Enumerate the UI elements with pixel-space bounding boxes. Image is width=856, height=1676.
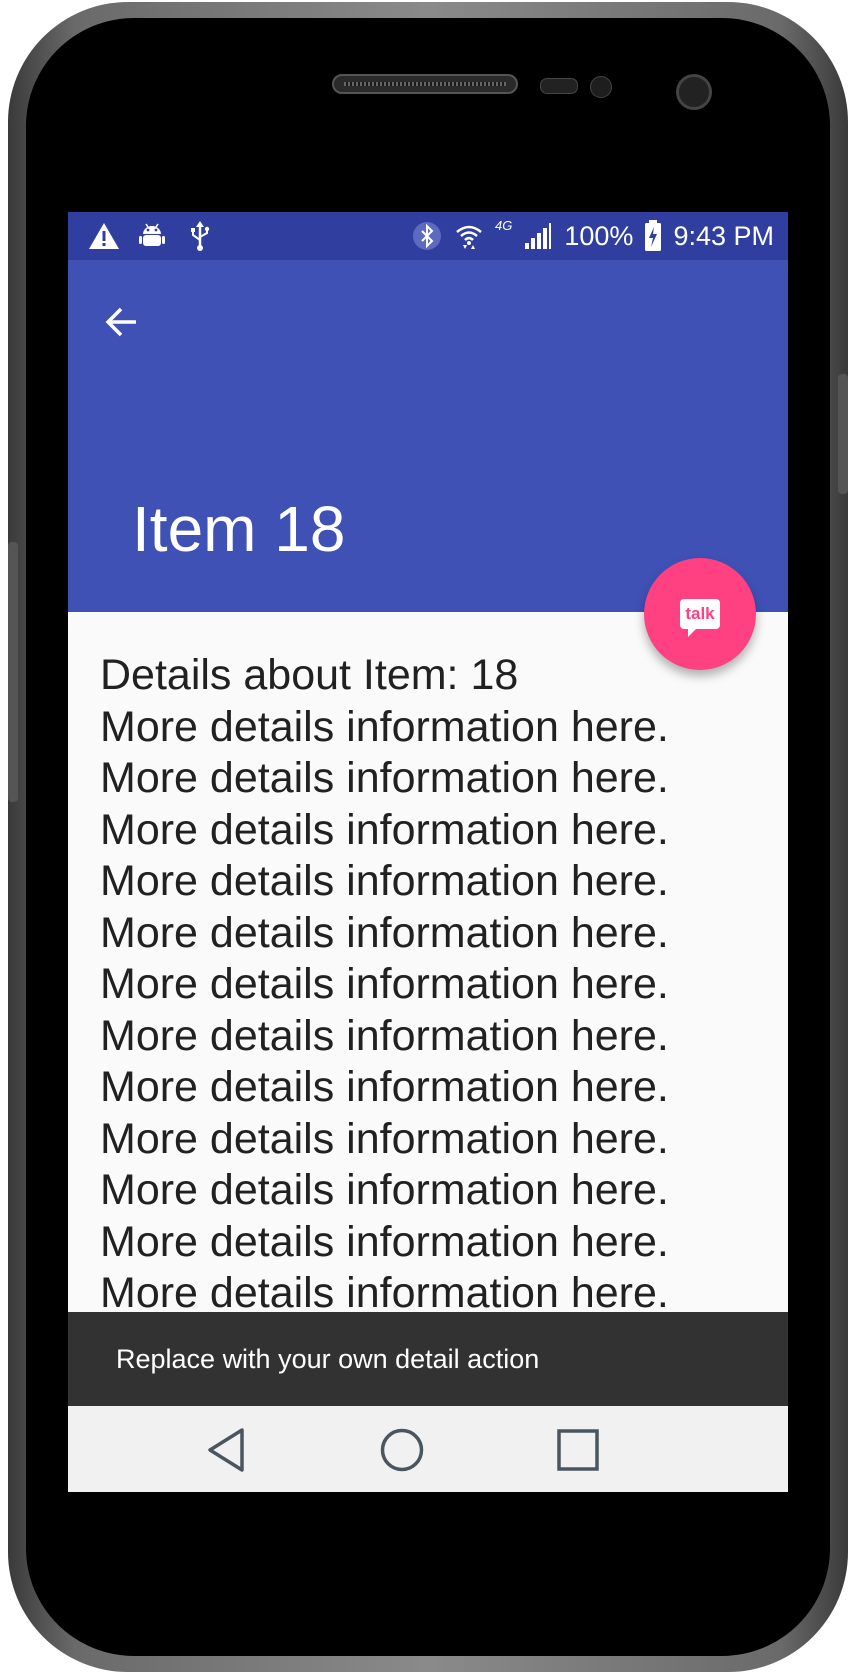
volume-button [8,542,18,802]
page-title: Item 18 [132,493,346,565]
detail-content: Details about Item: 18 More details info… [100,650,760,1320]
back-triangle-icon [208,1428,244,1472]
android-debug-icon [136,220,168,252]
detail-line: More details information here. [100,702,669,751]
detail-line: More details information here. [100,805,669,854]
detail-line: More details information here. [100,1114,669,1163]
fab-label: talk [685,604,715,623]
nav-home-button[interactable] [370,1418,434,1482]
detail-line: More details information here. [100,960,669,1008]
power-button [838,374,848,494]
status-bar: 4G 100% 9:43 PM [68,212,788,260]
proximity-sensor [540,78,578,94]
navigation-bar [68,1406,788,1492]
bluetooth-icon [411,220,443,252]
detail-line: More details information here. [100,908,669,957]
recents-square-icon [557,1429,599,1471]
status-notifications [88,220,216,252]
back-button[interactable] [96,296,148,348]
snackbar-message: Replace with your own detail action [116,1343,540,1374]
earpiece-speaker [332,74,518,94]
light-sensor [590,76,612,98]
snackbar: Replace with your own detail action [68,1312,788,1406]
detail-line: More details information here. [100,1217,669,1266]
detail-line: More details information here. [100,857,669,905]
detail-line: More details information here. [100,1011,669,1060]
cellular-signal-icon [522,220,554,252]
talk-icon: talk [680,599,720,637]
detail-line: More details information here. [100,1063,669,1111]
nav-recents-button[interactable] [546,1418,610,1482]
detail-line: More details information here. [100,754,669,802]
arrow-left-icon [105,307,136,337]
battery-percent: 100% [564,220,634,251]
battery-charging-icon [643,220,663,252]
nav-back-button[interactable] [194,1418,258,1482]
status-system: 4G 100% 9:43 PM [411,212,774,260]
warning-icon [88,220,120,252]
network-type-label: 4G [495,218,513,233]
detail-heading: Details about Item: 18 [100,651,519,699]
wifi-icon [453,220,485,252]
detail-line: More details information here. [100,1166,669,1214]
screen: 4G 100% 9:43 PM Item 18 talk Details abo… [68,212,788,1492]
front-camera [676,74,712,110]
collapsing-toolbar: Item 18 [68,260,788,612]
status-time: 9:43 PM [673,220,774,251]
home-circle-icon [380,1428,424,1472]
usb-icon [184,220,216,252]
